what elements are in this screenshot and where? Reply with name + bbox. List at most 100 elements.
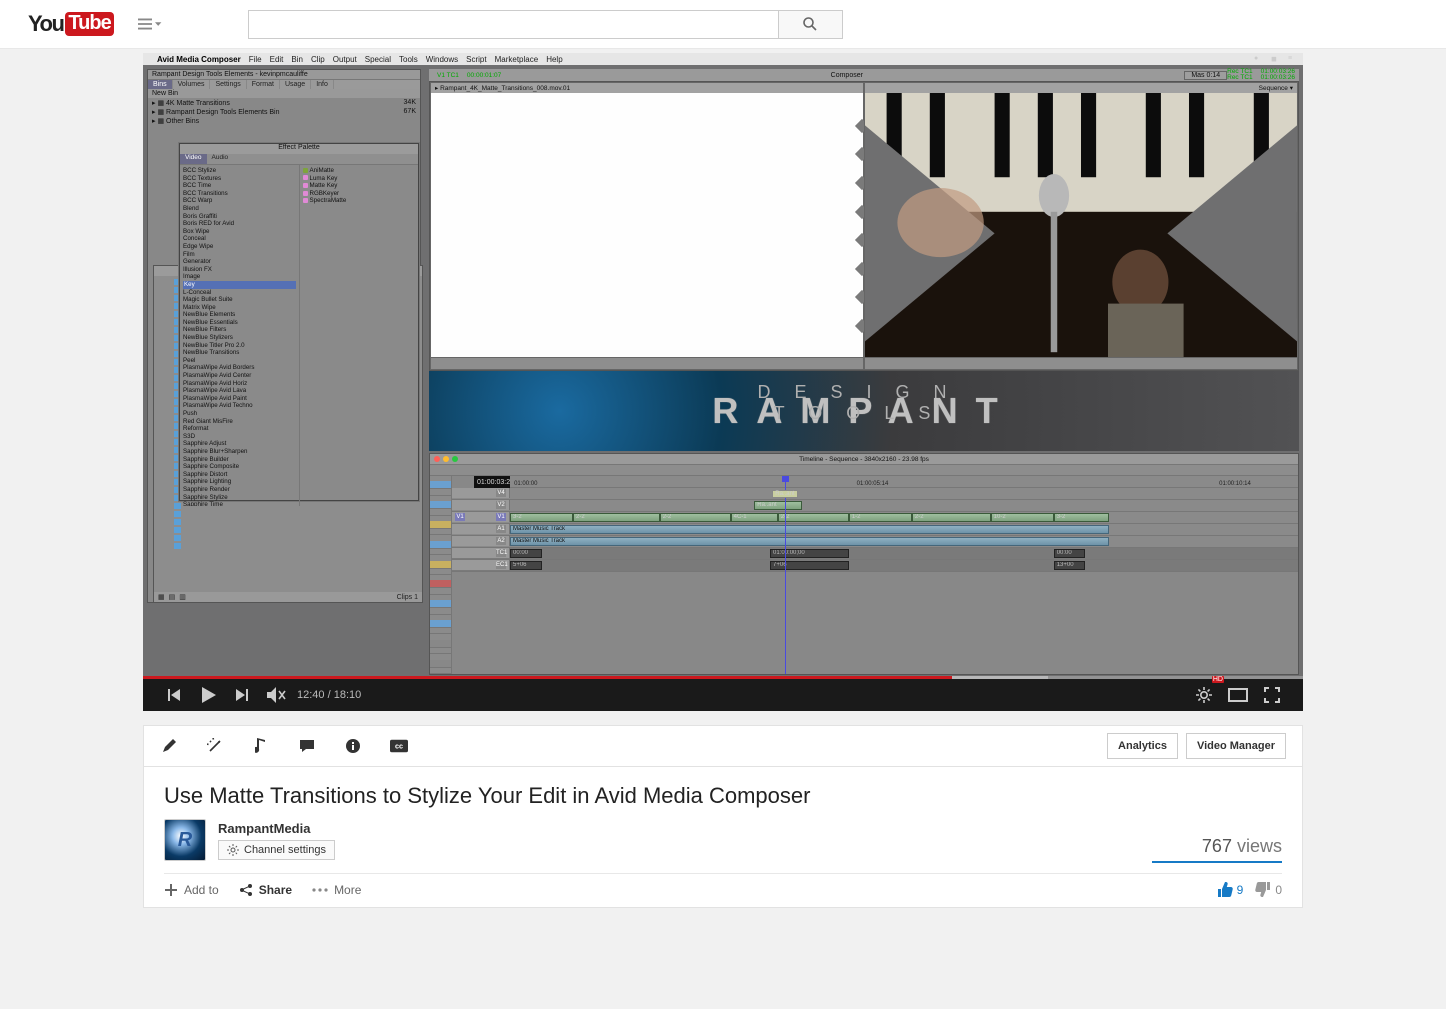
fx-category[interactable]: PlasmaWipe Avid Techno <box>183 402 296 410</box>
fx-category[interactable]: Illusion FX <box>183 266 296 274</box>
fx-category[interactable]: Sapphire Render <box>183 486 296 494</box>
clip[interactable]: 00:00 <box>1054 549 1086 558</box>
fx-category[interactable]: Edge Wipe <box>183 243 296 251</box>
channel-name[interactable]: RampantMedia <box>218 821 335 836</box>
fx-category[interactable]: BCC Stylize <box>183 167 296 175</box>
clip[interactable]: 7+06 <box>770 561 849 570</box>
clip[interactable]: 3-2 <box>1054 513 1109 522</box>
fx-effect[interactable]: RGBKeyer <box>303 190 416 198</box>
fx-category[interactable]: BCC Transitions <box>183 190 296 198</box>
clip[interactable]: 10-2 <box>991 513 1054 522</box>
fx-category[interactable]: Image <box>183 273 296 281</box>
fx-category[interactable]: Generator <box>183 258 296 266</box>
track-tc1[interactable]: TC100:0001:00:00;0000:00 <box>452 548 1298 560</box>
play-button[interactable] <box>191 679 225 711</box>
fx-category[interactable]: Conceal <box>183 235 296 243</box>
clip[interactable]: 00:00 <box>510 549 542 558</box>
youtube-logo[interactable]: You Tube <box>28 11 114 37</box>
share-button[interactable]: Share <box>239 883 292 897</box>
video-manager-button[interactable]: Video Manager <box>1186 733 1286 759</box>
fx-category[interactable]: Sapphire Adjust <box>183 440 296 448</box>
dislike-button[interactable]: 0 <box>1255 882 1282 897</box>
fx-effect[interactable]: Matte Key <box>303 182 416 190</box>
fx-tab-audio[interactable]: Audio <box>207 154 234 164</box>
prev-button[interactable] <box>157 679 191 711</box>
track-v2[interactable]: V2Ra..ant <box>452 500 1298 512</box>
captions-button[interactable]: cc <box>390 737 408 755</box>
fx-category[interactable]: Sapphire Lighting <box>183 478 296 486</box>
fx-category[interactable]: NewBlue Stylizers <box>183 334 296 342</box>
add-to-button[interactable]: Add to <box>164 883 219 897</box>
track-v1[interactable]: V1V13-22-22-24C-12-21-22-210-23-2 <box>452 512 1298 524</box>
clip[interactable]: 2-2 <box>778 513 849 522</box>
timeline-playhead[interactable] <box>785 476 786 674</box>
enhancements-button[interactable] <box>206 737 224 755</box>
fx-category[interactable]: Red Giant MisFire <box>183 418 296 426</box>
clip[interactable]: 2-2 <box>573 513 660 522</box>
more-button[interactable]: More <box>312 883 361 897</box>
fx-tab-video[interactable]: Video <box>180 154 207 164</box>
settings-button[interactable]: HD <box>1187 679 1221 711</box>
fx-category[interactable]: Sapphire Distort <box>183 471 296 479</box>
fx-category[interactable]: Boris RED for Avid <box>183 220 296 228</box>
fullscreen-button[interactable] <box>1255 679 1289 711</box>
theater-mode-button[interactable] <box>1221 679 1255 711</box>
annotations-button[interactable] <box>298 737 316 755</box>
audio-button[interactable] <box>252 737 270 755</box>
fx-category[interactable]: Peel <box>183 357 296 365</box>
fx-category[interactable]: PlasmaWipe Avid Center <box>183 372 296 380</box>
fx-category[interactable]: NewBlue Essentials <box>183 319 296 327</box>
clip[interactable]: Master Music Track <box>510 537 1109 546</box>
timeline-left-buttons[interactable] <box>430 476 452 674</box>
guide-menu-button[interactable] <box>138 12 162 36</box>
timeline-toolbar[interactable] <box>430 464 1298 476</box>
fx-category[interactable]: PlasmaWipe Avid Borders <box>183 364 296 372</box>
project-tab[interactable]: Bins <box>148 80 173 89</box>
track-v4[interactable]: V4 <box>452 488 1298 500</box>
project-row[interactable]: ▸ ▦ Rampant Design Tools Elements Bin67K <box>148 107 420 116</box>
track-ec1[interactable]: EC15+067+0613+00 <box>452 560 1298 572</box>
video-player[interactable]: Avid Media Composer FileEditBinClipOutpu… <box>143 53 1303 711</box>
search-input[interactable] <box>248 10 779 39</box>
fx-effect[interactable]: Luma Key <box>303 175 416 183</box>
fx-category[interactable]: Sapphire Composite <box>183 463 296 471</box>
fx-category[interactable]: S3D <box>183 433 296 441</box>
fx-effects[interactable]: AniMatteLuma KeyMatte KeyRGBKeyerSpectra… <box>300 165 419 506</box>
fx-category[interactable]: Sapphire Time <box>183 501 296 506</box>
fx-category[interactable]: BCC Time <box>183 182 296 190</box>
clip[interactable]: 13+00 <box>1054 561 1086 570</box>
next-button[interactable] <box>225 679 259 711</box>
fx-category[interactable]: Matrix Wipe <box>183 304 296 312</box>
clip[interactable]: 2-2 <box>660 513 731 522</box>
fx-category[interactable]: BCC Warp <box>183 197 296 205</box>
clip[interactable]: 5+06 <box>510 561 542 570</box>
fx-category[interactable]: PlasmaWipe Avid Lava <box>183 387 296 395</box>
fx-category[interactable]: Sapphire Builder <box>183 456 296 464</box>
fx-category[interactable]: PlasmaWipe Avid Horiz <box>183 380 296 388</box>
clip[interactable]: Ra..ant <box>754 501 801 510</box>
fx-category[interactable]: NewBlue Filters <box>183 326 296 334</box>
project-tab[interactable]: Volumes <box>173 80 211 89</box>
fx-category[interactable]: Key <box>183 281 296 289</box>
fx-category[interactable]: Push <box>183 410 296 418</box>
fx-category[interactable]: NewBlue Elements <box>183 311 296 319</box>
project-row[interactable]: ▸ ▦ 4K Matte Transitions34K <box>148 98 420 107</box>
timeline-ruler[interactable]: 01:00:0001:00:05:1401:00:10:14 <box>510 476 1298 488</box>
track-a1[interactable]: A1Master Music Track <box>452 524 1298 536</box>
clip[interactable]: 3-2 <box>510 513 573 522</box>
clip[interactable]: 1-2 <box>849 513 912 522</box>
cards-button[interactable] <box>344 737 362 755</box>
fx-categories[interactable]: BCC StylizeBCC TexturesBCC TimeBCC Trans… <box>180 165 300 506</box>
project-row[interactable]: ▸ ▦ Other Bins <box>148 116 420 125</box>
fx-category[interactable]: Magic Bullet Suite <box>183 296 296 304</box>
like-button[interactable]: 9 <box>1217 882 1244 897</box>
fx-category[interactable]: PlasmaWipe Avid Paint <box>183 395 296 403</box>
record-monitor[interactable]: Sequence ▾ <box>864 82 1298 370</box>
mute-button[interactable] <box>259 679 293 711</box>
track-a2[interactable]: A2Master Music Track <box>452 536 1298 548</box>
fx-category[interactable]: Boris Graffiti <box>183 213 296 221</box>
fx-category[interactable]: Film <box>183 251 296 259</box>
fx-category[interactable]: Box Wipe <box>183 228 296 236</box>
fx-category[interactable]: Sapphire Blur+Sharpen <box>183 448 296 456</box>
fx-category[interactable]: Blend <box>183 205 296 213</box>
